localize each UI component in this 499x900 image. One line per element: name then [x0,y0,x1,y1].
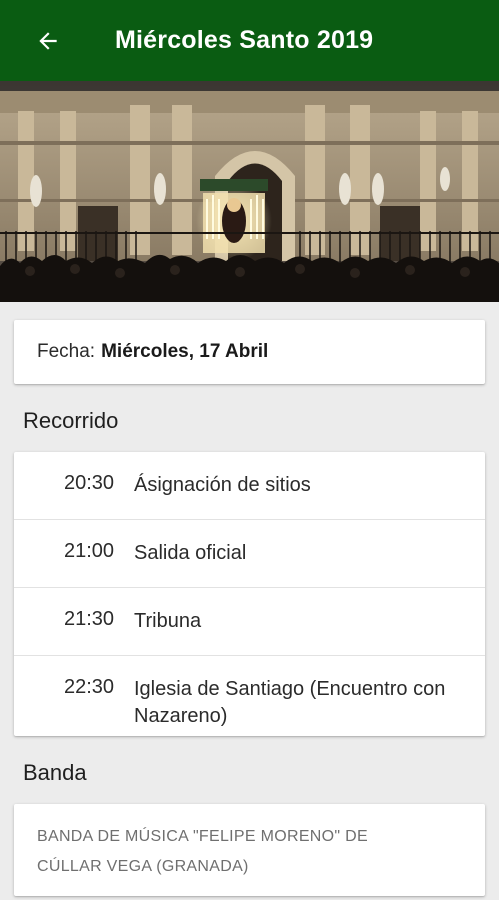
date-value: Miércoles, 17 Abril [101,341,269,362]
cathedral-procession-image [0,81,499,302]
route-item-time: 22:30 [64,676,115,698]
route-item-time: 20:30 [64,472,115,494]
band-card: BANDA DE MÚSICA "FELIPE MORENO" DE CÚLLA… [14,804,485,896]
route-item-time: 21:00 [64,540,115,562]
route-section-title: Recorrido [23,408,119,433]
band-name: BANDA DE MÚSICA "FELIPE MORENO" DE CÚLLA… [37,828,368,875]
route-item[interactable]: 22:30 Iglesia de Santiago (Encuentro con… [14,656,485,736]
date-card: Fecha: Miércoles, 17 Abril [14,320,485,384]
arrow-left-icon [39,31,57,50]
page-title: Miércoles Santo 2019 [115,26,374,54]
route-item-place: Salida oficial [134,542,247,564]
back-button[interactable] [24,17,72,65]
route-item-time: 21:30 [64,608,115,630]
route-item[interactable]: 20:30 Ásignación de sitios [14,452,485,520]
route-item[interactable]: 21:30 Tribuna [14,588,485,656]
route-list: 20:30 Ásignación de sitios 21:00 Salida … [14,452,485,736]
route-item[interactable]: 21:00 Salida oficial [14,520,485,588]
band-section-title: Banda [23,760,87,785]
route-item-place: Ásignación de sitios [134,474,311,496]
hero-image [0,81,499,302]
date-label: Fecha: [37,341,96,362]
route-item-place: Tribuna [134,610,202,632]
route-item-place: Iglesia de Santiago (Encuentro con Nazar… [134,678,446,727]
app-bar: Miércoles Santo 2019 [0,0,499,81]
